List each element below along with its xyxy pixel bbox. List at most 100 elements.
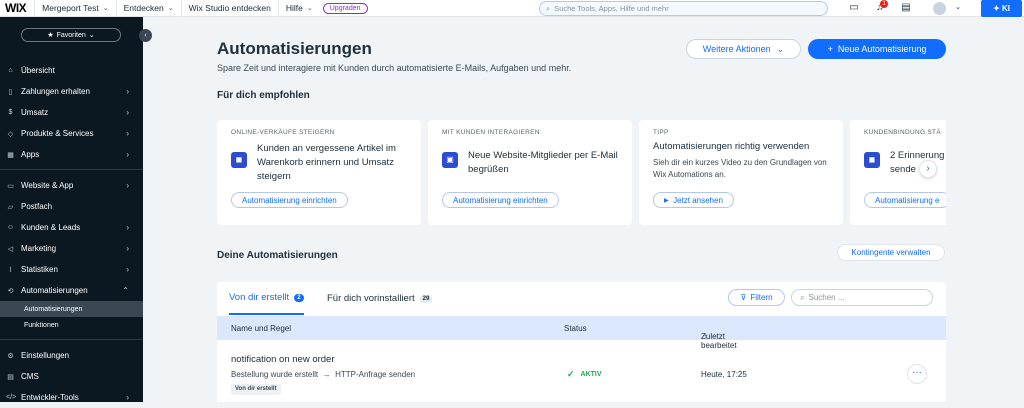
sidebar-item-label: Website & App: [21, 181, 74, 190]
page-title: Automatisierungen: [217, 39, 372, 58]
sidebar-item-dev-tools[interactable]: </> Entwickler-Tools ›: [0, 387, 143, 408]
automation-icon: ⟲: [7, 287, 14, 295]
setup-automation-button[interactable]: Automatisierung einrichten: [231, 192, 348, 208]
search-icon: ⌕: [800, 292, 805, 302]
sidebar-item-automations[interactable]: ⟲ Automatisierungen ⌃: [0, 280, 143, 301]
sidebar-item-label: Marketing: [21, 244, 57, 253]
automation-rule: Bestellung wurde erstellt → HTTP-Anfrage…: [231, 370, 415, 379]
automations-search-input[interactable]: ⌕ Suchen ...: [791, 289, 933, 306]
sidebar-item-label: Übersicht: [21, 66, 55, 75]
sidebar-item-apps[interactable]: ▦ Apps ›: [0, 144, 143, 165]
rule-action: HTTP-Anfrage senden: [335, 370, 416, 379]
top-bar: WIX Mergeport Test ⌄ Entdecken ⌄ Wix Studi…: [0, 0, 1024, 17]
home-icon: ⌂: [8, 67, 13, 74]
filter-button[interactable]: ⊽ Filtern: [728, 289, 785, 306]
column-header-status[interactable]: Status: [564, 324, 587, 333]
sidebar-item-inbox[interactable]: ▱ Postfach: [0, 196, 143, 217]
sidebar-item-payments[interactable]: ▯ Zahlungen erhalten ›: [0, 81, 143, 102]
card-eyebrow: MIT KUNDEN INTERAGIEREN: [442, 129, 540, 136]
chevron-up-icon: ⌃: [122, 286, 129, 295]
chevron-down-icon: ⌄: [88, 32, 95, 39]
chevron-right-icon: ›: [126, 244, 129, 253]
database-icon: ▤: [7, 373, 14, 381]
recommendation-cards: ONLINE-VERKÄUFE STEIGERN ◼ Kunden an ver…: [217, 120, 946, 225]
megaphone-icon: ◁: [7, 245, 14, 253]
chat-icon[interactable]: ▭: [848, 2, 860, 14]
more-actions-button[interactable]: Weitere Aktionen ⌄: [686, 39, 801, 59]
chart-icon: ⌇: [8, 266, 13, 274]
chevron-right-icon: ›: [126, 150, 129, 159]
website-icon: ▭: [7, 182, 14, 190]
arrow-right-icon: →: [322, 370, 331, 379]
sidebar-item-statistics[interactable]: ⌇ Statistiken ›: [0, 259, 143, 280]
sidebar-item-website[interactable]: ▭ Website & App ›: [0, 175, 143, 196]
news-icon[interactable]: ▤: [900, 2, 912, 14]
checkmark-icon: ✓: [567, 369, 575, 379]
sidebar-item-sales[interactable]: $ Umsatz ›: [0, 102, 143, 123]
recommendation-card[interactable]: MIT KUNDEN INTERAGIEREN ▣ Neue Website-M…: [428, 120, 632, 225]
global-search-input[interactable]: ⌕ Suche Tools, Apps, Hilfe und mehr: [539, 1, 828, 16]
filter-label: Filtern: [750, 293, 773, 302]
nav-explore[interactable]: Entdecken ⌄: [115, 0, 181, 17]
carousel-next-button[interactable]: ›: [919, 160, 937, 178]
new-automation-label: Neue Automatisierung: [837, 44, 927, 54]
sidebar-subitem-functions[interactable]: Funktionen: [0, 317, 143, 333]
manage-quota-button[interactable]: Kontingente verwalten: [837, 244, 945, 261]
notification-badge: 1: [880, 0, 888, 8]
sidebar-item-settings[interactable]: ⚙ Einstellungen: [0, 345, 143, 366]
tab-count-badge: 2: [294, 293, 304, 302]
play-icon: ▶: [664, 197, 669, 204]
chevron-right-icon: ›: [126, 129, 129, 138]
card-text: 2 Erinnerung sende: [890, 150, 945, 175]
avatar[interactable]: [933, 2, 946, 15]
card-eyebrow: ONLINE-VERKÄUFE STEIGERN: [231, 129, 335, 136]
sidebar-item-customers[interactable]: ☺ Kunden & Leads ›: [0, 217, 143, 238]
sidebar-item-label: Automatisierungen: [21, 286, 88, 295]
tab-preinstalled[interactable]: Für dich vorinstalliert 29: [327, 282, 433, 315]
automation-name: notification on new order: [231, 354, 335, 365]
collapse-sidebar-button[interactable]: ‹: [139, 29, 152, 42]
favorites-label: Favoriten: [56, 31, 86, 39]
ai-button[interactable]: ✦ KI: [981, 0, 1022, 17]
new-automation-button[interactable]: + Neue Automatisierung: [808, 39, 946, 59]
sidebar-item-cms[interactable]: ▤ CMS: [0, 366, 143, 387]
recommended-title: Für dich empfohlen: [217, 90, 310, 101]
chevron-down-icon: ⌄: [776, 43, 785, 54]
column-header-edited[interactable]: Zuletzt bearbeitet ↑: [701, 324, 737, 350]
chevron-down-icon[interactable]: ⌄: [952, 2, 964, 14]
card-eyebrow: TIPP: [653, 129, 669, 136]
nav-explore-label: Entdecken: [123, 3, 164, 13]
search-icon: ⌕: [546, 3, 551, 13]
sidebar-item-overview[interactable]: ⌂ Übersicht: [0, 60, 143, 81]
your-automations-title: Deine Automatisierungen: [217, 250, 338, 261]
setup-automation-button[interactable]: Automatisierung e: [864, 192, 946, 208]
chevron-right-icon: ›: [126, 87, 129, 96]
last-edited: Heute, 17:25: [701, 370, 747, 379]
column-header-name[interactable]: Name und Regel: [231, 324, 291, 333]
sidebar-item-marketing[interactable]: ◁ Marketing ›: [0, 238, 143, 259]
sidebar-divider: [0, 169, 143, 170]
sidebar-item-label: Kunden & Leads: [21, 223, 81, 232]
recommendation-card[interactable]: ONLINE-VERKÄUFE STEIGERN ◼ Kunden an ver…: [217, 120, 421, 225]
sidebar-item-products[interactable]: ◇ Produkte & Services ›: [0, 123, 143, 144]
nav-wix-studio[interactable]: Wix Studio entdecken: [180, 0, 278, 17]
cart-icon: ◼: [231, 152, 247, 168]
sidebar: ★ Favoriten ⌄ ⌂ Übersicht ▯ Zahlungen erhalt…: [0, 17, 143, 402]
sidebar-item-label: Einstellungen: [21, 351, 70, 360]
site-selector[interactable]: Mergeport Test ⌄: [34, 0, 115, 17]
tag-icon: ◇: [7, 130, 14, 138]
wix-logo[interactable]: WIX: [0, 1, 34, 15]
setup-automation-button[interactable]: Automatisierung einrichten: [442, 192, 559, 208]
tip-card[interactable]: TIPP Automatisierungen richtig verwenden…: [639, 120, 843, 225]
card-text: Neue Website-Mitglieder per E-Mail begrü…: [468, 150, 618, 175]
watch-now-label: Jetzt ansehen: [673, 195, 723, 205]
page-subtitle: Spare Zeit und interagiere mit Kunden du…: [217, 63, 572, 73]
nav-help[interactable]: Hilfe ⌄ Upgraden: [277, 0, 375, 17]
sidebar-subitem-automations[interactable]: Automatisierungen: [0, 301, 143, 317]
more-options-button[interactable]: ···: [907, 364, 927, 384]
upgrade-button[interactable]: Upgraden: [322, 2, 368, 14]
watch-now-button[interactable]: ▶ Jetzt ansehen: [653, 192, 734, 208]
tab-created-by-you[interactable]: Von dir erstellt 2: [229, 282, 304, 315]
sidebar-item-label: Entwickler-Tools: [21, 393, 79, 402]
favorites-button[interactable]: ★ Favoriten ⌄: [21, 28, 121, 42]
